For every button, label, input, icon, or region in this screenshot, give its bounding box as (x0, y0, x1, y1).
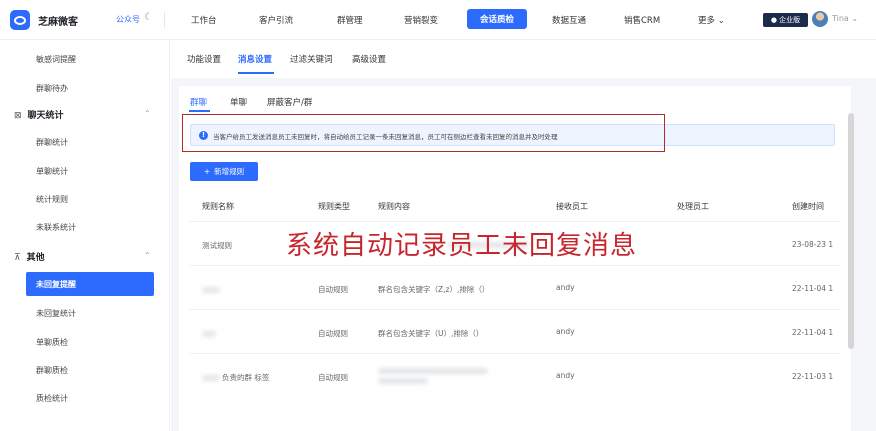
chevron-up-icon[interactable]: ⌃ (144, 109, 151, 118)
cell-receiver: andy (556, 327, 575, 336)
redacted-name (202, 287, 220, 293)
sidebar-item-single-stats[interactable]: 单聊统计 (36, 166, 68, 177)
nav-data-sync[interactable]: 数据互通 (552, 14, 586, 26)
nav-sales-crm[interactable]: 销售CRM (624, 14, 660, 26)
highlight-box (182, 114, 665, 152)
sidebar-item-group-qc[interactable]: 群聊质检 (36, 365, 68, 376)
column-header-receiver: 接收员工 (556, 202, 588, 211)
tab-message-settings[interactable]: 消息设置 (238, 53, 272, 65)
account-switch[interactable]: 公众号 (116, 14, 140, 25)
sidebar-group-chat-stats[interactable]: ⊠ 聊天统计 (14, 108, 64, 121)
cell-created: 22-11-04 1 (792, 284, 834, 293)
tab-advanced-settings[interactable]: 高级设置 (352, 53, 386, 65)
column-header-name: 规则名称 (202, 202, 234, 211)
cell-created: 22-11-04 1 (792, 328, 834, 337)
nav-workbench[interactable]: 工作台 (191, 14, 217, 26)
nav-session-qc[interactable]: 会话质检 (467, 9, 527, 29)
vertical-scrollbar[interactable] (848, 113, 854, 349)
user-avatar[interactable] (812, 11, 828, 27)
tab-active-indicator (238, 72, 274, 74)
add-rule-button[interactable]: + 新增规则 (190, 162, 258, 181)
sub-tab-bar: 功能设置 消息设置 过滤关键词 高级设置 (171, 40, 876, 78)
sidebar-item-qc-stats[interactable]: 质检统计 (36, 393, 68, 404)
tab-blocked[interactable]: 屏蔽客户/群 (267, 96, 312, 108)
stats-icon: ⊠ (14, 111, 22, 121)
chevron-up-icon[interactable]: ⌃ (144, 251, 151, 260)
divider (164, 12, 165, 28)
cell-rule-name: 负责的群 标签 (222, 373, 270, 382)
cell-created: 22-11-03 1 (792, 372, 834, 381)
nav-marketing[interactable]: 营销裂变 (404, 14, 438, 26)
cell-rule-content: 群名包含关键字（U）,排除（） (378, 329, 484, 338)
nav-customer-acquisition[interactable]: 客户引流 (259, 14, 293, 26)
sidebar-item-single-qc[interactable]: 单聊质检 (36, 337, 68, 348)
sidebar-group-other[interactable]: ⊼ 其他 (14, 250, 45, 263)
nav-group-management[interactable]: 群管理 (337, 14, 363, 26)
sidebar-item-group-todo[interactable]: 群聊待办 (36, 83, 68, 94)
annotation-caption: 系统自动记录员工未回复消息 (286, 231, 638, 261)
user-menu[interactable]: Tina ⌄ (832, 14, 858, 23)
redacted-content (378, 368, 488, 374)
tab-group-chat[interactable]: 群聊 (190, 96, 207, 108)
cell-rule-type: 自动规则 (318, 373, 348, 382)
plus-icon: + (203, 167, 211, 176)
sidebar-item-unreplied-stats[interactable]: 未回复统计 (36, 308, 76, 319)
cell-receiver: andy (556, 283, 575, 292)
column-header-content: 规则内容 (378, 202, 410, 211)
cell-rule-name: 测试规则 (202, 241, 232, 250)
sidebar: 敏感词提醒 群聊待办 ⊠ 聊天统计 ⌃ 群聊统计 单聊统计 统计规则 未联系统计 … (0, 40, 170, 431)
add-rule-label: 新增规则 (214, 167, 245, 176)
brand-name: 芝麻微客 (38, 17, 78, 28)
sidebar-item-uncontacted-stats[interactable]: 未联系统计 (36, 222, 76, 233)
redacted-content (378, 378, 428, 384)
cell-created: 23-08-23 1 (792, 240, 834, 249)
sidebar-item-group-stats[interactable]: 群聊统计 (36, 137, 68, 148)
redacted-name (202, 375, 220, 381)
nav-more[interactable]: 更多 ⌄ (698, 14, 725, 26)
divider (189, 265, 839, 266)
other-icon: ⊼ (14, 253, 21, 263)
tab-single-chat[interactable]: 单聊 (230, 96, 247, 108)
tab-function-settings[interactable]: 功能设置 (187, 53, 221, 65)
cell-receiver: andy (556, 371, 575, 380)
column-header-handler: 处理员工 (677, 202, 709, 211)
edition-badge[interactable]: ● 企业版 (763, 13, 808, 27)
divider (189, 221, 839, 222)
divider (189, 309, 839, 310)
app-logo-icon[interactable] (10, 10, 30, 30)
sidebar-item-stat-rules[interactable]: 统计规则 (36, 194, 68, 205)
sidebar-group-label: 聊天统计 (27, 111, 64, 121)
cell-rule-type: 自动规则 (318, 329, 348, 338)
sidebar-group-label: 其他 (26, 253, 45, 263)
tab-filter-keywords[interactable]: 过滤关键词 (290, 53, 333, 65)
divider (189, 353, 839, 354)
sidebar-item-unreplied-reminder[interactable]: 未回复提醒 (26, 272, 154, 296)
sidebar-item-sensitive-words[interactable]: 敏感词提醒 (36, 54, 76, 65)
top-bar: 芝麻微客 公众号 ☾ 工作台 客户引流 群管理 营销裂变 会话质检 数据互通 销… (0, 0, 876, 40)
column-header-created: 创建时间 (792, 202, 824, 211)
redacted-name (202, 331, 216, 337)
content-tab-indicator (189, 110, 210, 112)
cell-rule-content: 群名包含关键字（Z,z）,排除（） (378, 285, 490, 294)
column-header-type: 规则类型 (318, 202, 350, 211)
cell-rule-type: 自动规则 (318, 285, 348, 294)
moon-icon[interactable]: ☾ (144, 12, 153, 23)
